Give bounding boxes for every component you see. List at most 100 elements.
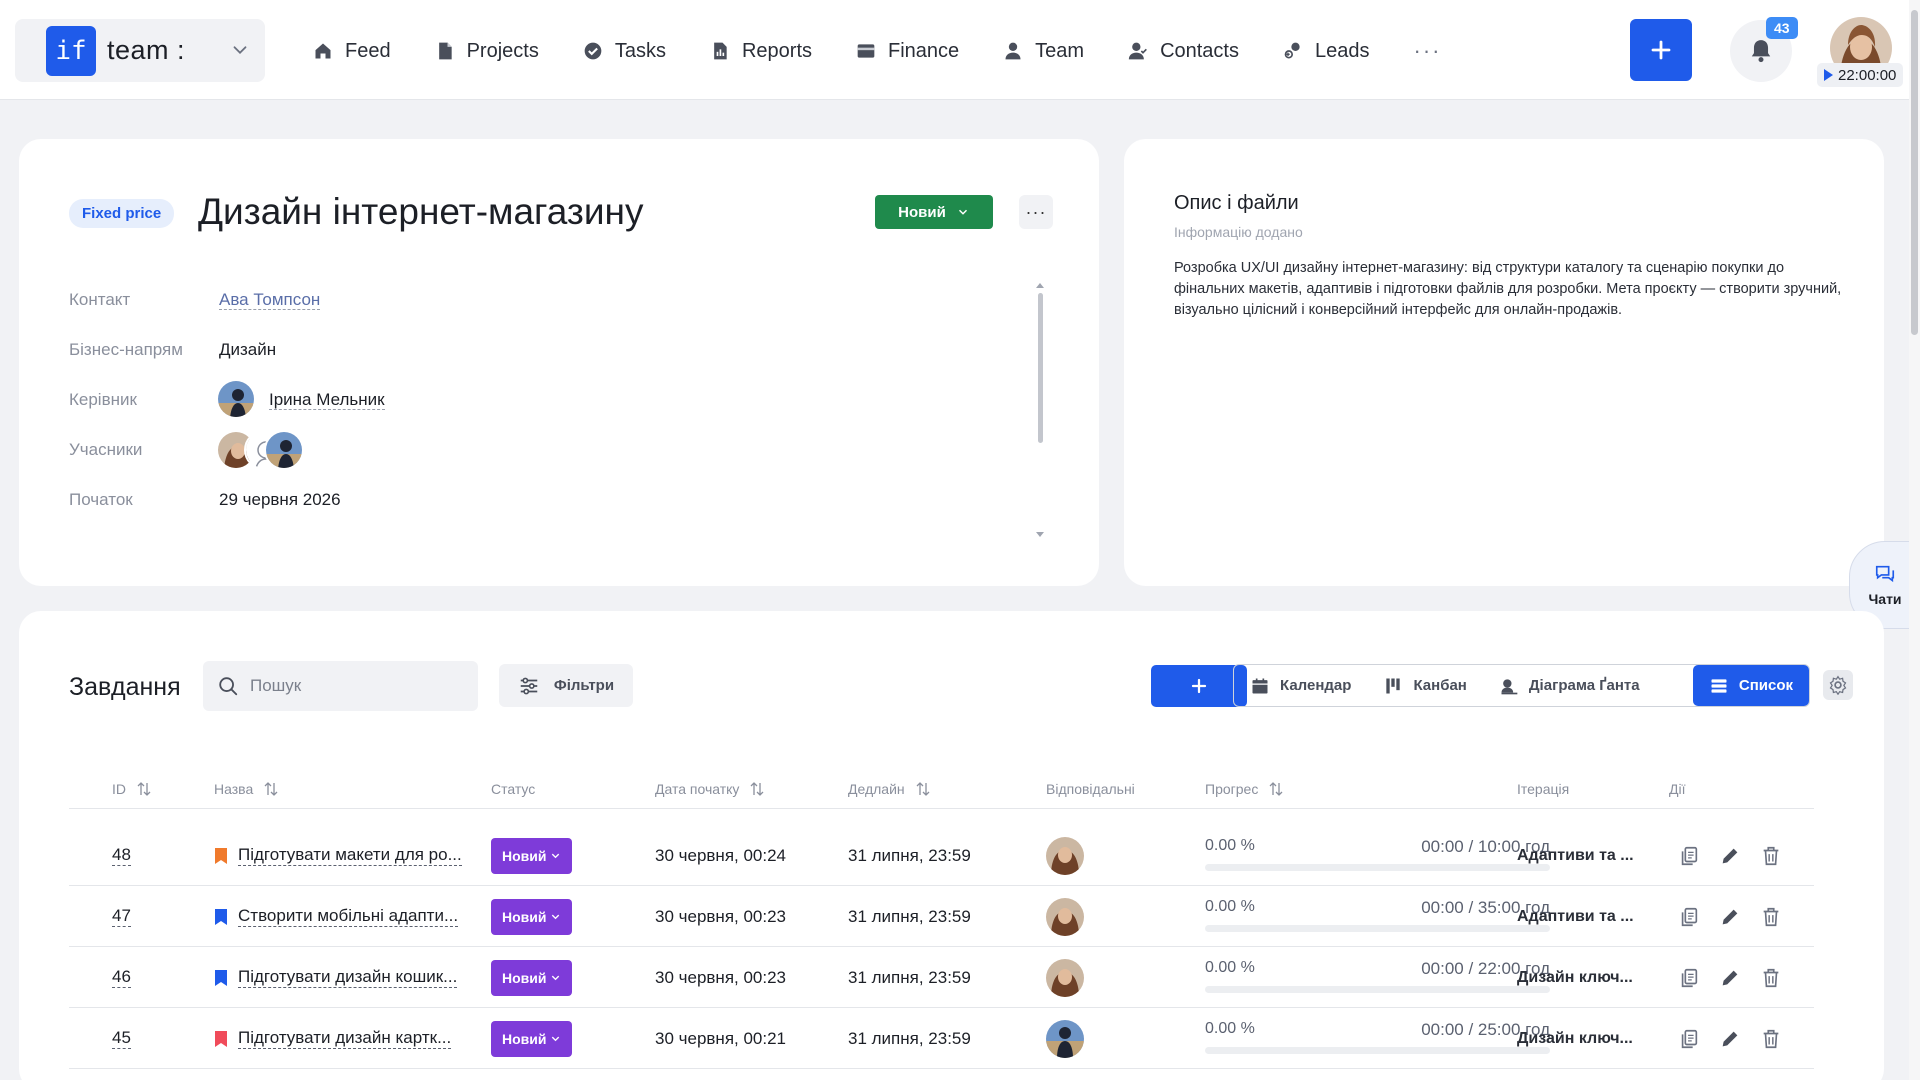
priority-flag-icon [215,908,227,925]
scroll-up-icon [1036,283,1044,288]
filters-button[interactable]: Фільтри [499,664,633,707]
task-progress-percent: 0.00 % [1205,837,1255,854]
task-status-dropdown[interactable]: Новий [491,959,573,996]
task-iteration-cell: Адаптиви та ... [1517,886,1634,947]
task-deadline: 31 липня, 23:59 [848,845,971,865]
task-progress-bar [1205,986,1550,993]
list-icon [1711,678,1727,693]
task-id: 46 [112,967,131,988]
copy-icon[interactable] [1678,967,1700,989]
edit-icon[interactable] [1719,1028,1741,1050]
sort-icon [750,782,764,796]
workspace-switcher[interactable]: if team : [15,19,265,82]
task-id-cell[interactable]: 46 [112,947,131,1008]
task-name-cell[interactable]: Підготувати макети для ро... [214,825,462,886]
task-start-date: 30 червня, 00:24 [655,845,787,865]
create-button[interactable] [1630,19,1692,81]
scrollbar-thumb[interactable] [1038,293,1043,443]
view-gantt[interactable]: Діаграма Ґанта [1483,665,1656,706]
task-status-dropdown[interactable]: Новий [491,837,573,874]
avatar[interactable] [1046,897,1084,936]
delete-icon[interactable] [1760,845,1782,867]
nav-more-button[interactable]: ··· [1414,38,1442,64]
table-settings-button[interactable] [1823,670,1853,700]
task-status-dropdown[interactable]: Новий [491,898,573,935]
task-name-cell[interactable]: Підготувати дизайн кошик... [214,947,458,1008]
task-iteration-cell: Адаптиви та ... [1517,825,1634,886]
person-icon [1005,42,1021,60]
table-row[interactable]: 45 Підготувати дизайн картк... Новий 30 чер… [69,1008,1814,1069]
project-status-dropdown[interactable]: Новий [875,195,993,229]
nav-item-feed[interactable]: Feed [313,40,391,63]
avatar-image [1046,836,1084,875]
sort-icon [1269,782,1283,796]
member-avatar-image [266,432,302,468]
edit-icon[interactable] [1719,967,1741,989]
view-label: Діаграма Ґанта [1528,677,1640,694]
avatar[interactable] [1046,958,1084,997]
contact-link[interactable]: Ава Томпсон [219,290,321,310]
nav-item-leads[interactable]: Leads [1283,40,1370,63]
search-input[interactable] [250,676,470,696]
task-status-cell: Новий [491,886,573,947]
nav-item-tasks[interactable]: Tasks [583,40,666,63]
delete-icon[interactable] [1760,1028,1782,1050]
column-id[interactable]: ID [112,781,152,797]
manager-link[interactable]: Ірина Мельник [269,390,385,410]
table-row[interactable]: 46 Підготувати дизайн кошик... Новий 30 чер… [69,947,1814,1008]
business-line-value: Дизайн [219,340,277,359]
task-id-cell[interactable]: 47 [112,886,131,947]
page-scrollbar[interactable] [1909,0,1920,1080]
avatar[interactable] [1046,1019,1084,1058]
leads-icon [1284,42,1300,59]
task-actions [1678,1008,1801,1069]
nav-item-label: Team [1035,39,1085,62]
table-row[interactable]: 47 Створити мобільні адапти... Новий 30 чер… [69,886,1814,947]
avatar-image [1046,1019,1084,1058]
copy-icon[interactable] [1678,906,1700,928]
page-scrollbar-thumb[interactable] [1911,10,1918,335]
task-status-dropdown[interactable]: Новий [491,1020,573,1057]
nav-item-projects[interactable]: Projects [435,40,539,63]
table-row[interactable]: 48 Підготувати макети для ро... Новий 30 че… [69,825,1814,886]
task-id-cell[interactable]: 45 [112,1008,131,1069]
delete-icon[interactable] [1760,906,1782,928]
status-label: Новий [898,203,946,221]
brand-logo: if [46,25,96,76]
view-list[interactable]: Список [1692,665,1809,706]
view-kanban[interactable]: Канбан [1367,665,1482,706]
nav-item-contacts[interactable]: Contacts [1128,40,1239,63]
column-start-date[interactable]: Дата початку [655,781,765,797]
time-tracker[interactable]: 22:00:00 [1817,63,1904,87]
copy-icon[interactable] [1678,845,1700,867]
view-calendar[interactable]: Календар [1234,665,1367,706]
page-title: Дизайн інтернет-магазину [198,191,644,232]
member-avatar-3[interactable] [264,430,304,470]
edit-icon[interactable] [1719,906,1741,928]
task-name-cell[interactable]: Підготувати дизайн картк... [214,1008,452,1069]
column-progress[interactable]: Прогрес [1205,781,1284,797]
manager-avatar[interactable] [216,379,256,419]
nav-item-finance[interactable]: Finance [856,40,959,63]
column-label: Прогрес [1205,781,1259,797]
column-deadline[interactable]: Дедлайн [848,781,931,797]
task-id-cell[interactable]: 48 [112,825,131,886]
copy-icon[interactable] [1678,1028,1700,1050]
task-progress-bar [1205,864,1550,871]
nav-item-label: Finance [888,39,960,62]
task-responsible-cell [1046,1008,1084,1069]
column-label: Дедлайн [848,781,905,797]
delete-icon[interactable] [1760,967,1782,989]
nav-item-reports[interactable]: Reports [710,40,812,63]
status-label: Новий [502,847,547,864]
edit-icon[interactable] [1719,845,1741,867]
column-name[interactable]: Назва [214,781,279,797]
field-label-members: Учасники [69,440,143,459]
avatar[interactable] [1046,836,1084,875]
sort-icon [264,782,278,796]
play-icon [1824,69,1833,81]
nav-item-team[interactable]: Team [1003,40,1084,63]
more-options-button[interactable]: ··· [1019,195,1053,229]
fields-scrollbar[interactable] [1035,281,1045,539]
task-name-cell[interactable]: Створити мобільні адапти... [214,886,459,947]
